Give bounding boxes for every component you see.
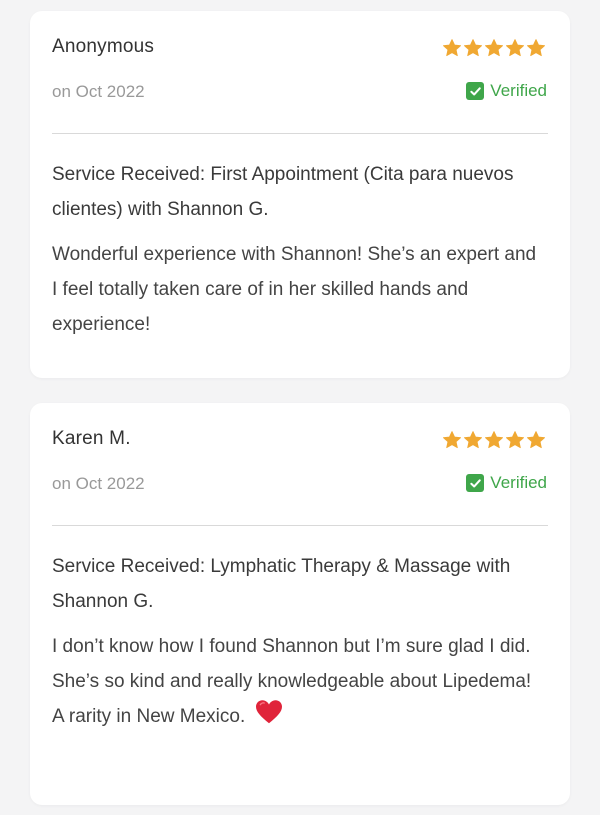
red-heart-icon — [255, 700, 282, 724]
star-icon — [485, 39, 503, 57]
verified-badge: Verified — [466, 81, 547, 101]
review-date: on Oct 2022 — [52, 474, 145, 493]
checkbox-check-icon — [466, 474, 485, 492]
star-icon — [443, 431, 461, 449]
divider — [52, 525, 548, 526]
review-text-container: I don’t know how I found Shannon but I’m… — [52, 629, 544, 734]
review-date: on Oct 2022 — [52, 82, 145, 101]
divider — [52, 133, 548, 134]
star-icon — [506, 39, 524, 57]
star-rating — [442, 430, 546, 450]
verified-label: Verified — [490, 473, 547, 492]
star-icon — [464, 39, 482, 57]
checkbox-check-icon — [466, 82, 485, 100]
star-icon — [527, 39, 545, 57]
review-text: I don’t know how I found Shannon but I’m… — [52, 636, 532, 727]
verified-label: Verified — [490, 81, 547, 100]
verified-badge: Verified — [466, 473, 547, 493]
star-icon — [443, 39, 461, 57]
star-icon — [527, 431, 545, 449]
review-card: Karen M. on Oct 2022 Verified Service Re… — [30, 403, 570, 805]
star-icon — [485, 431, 503, 449]
review-text: Wonderful experience with Shannon! She’s… — [52, 244, 537, 335]
star-rating — [442, 38, 546, 58]
review-card: Anonymous on Oct 2022 Verified Service R… — [30, 11, 570, 378]
star-icon — [464, 431, 482, 449]
reviewer-name: Anonymous — [52, 36, 155, 57]
star-icon — [506, 431, 524, 449]
reviewer-name: Karen M. — [52, 428, 131, 449]
service-received: Service Received: First Appointment (Cit… — [52, 164, 514, 220]
service-received: Service Received: Lymphatic Therapy & Ma… — [52, 556, 511, 612]
